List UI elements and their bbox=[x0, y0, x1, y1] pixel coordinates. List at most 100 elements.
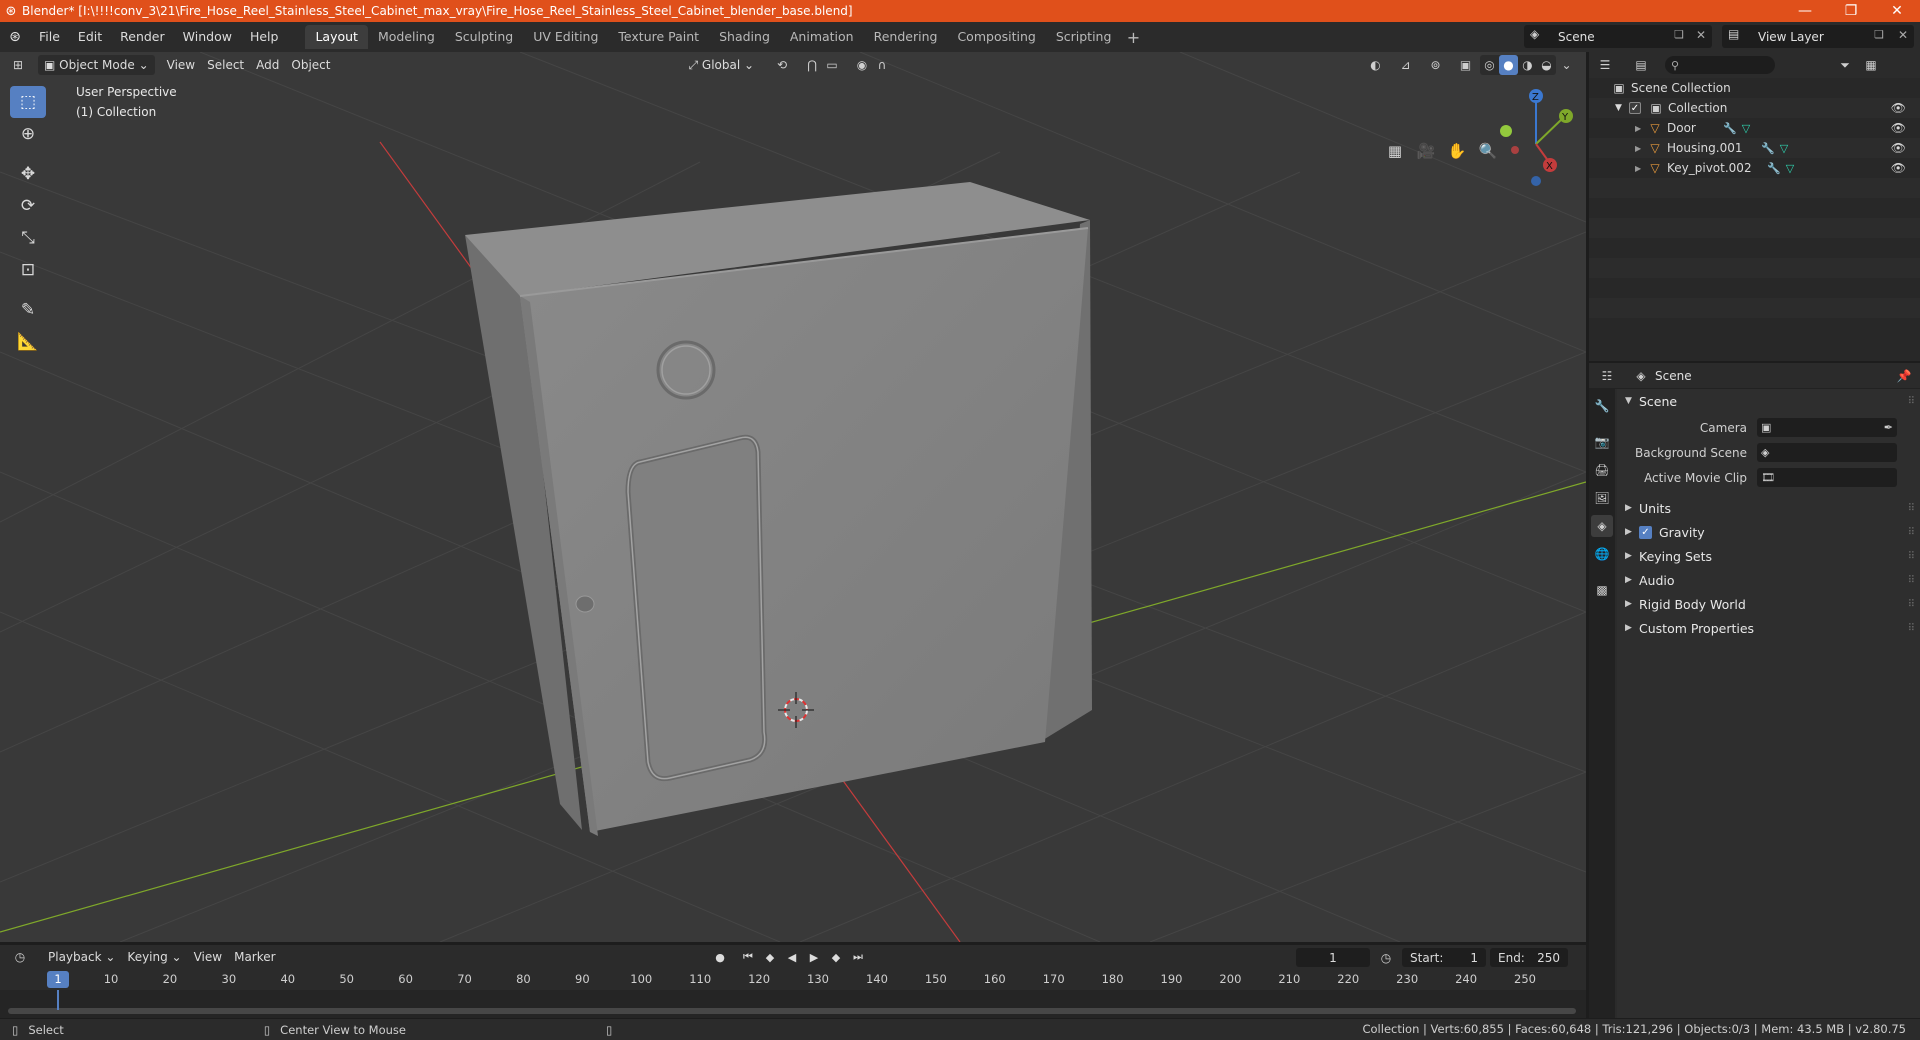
view-layer-selector[interactable]: ▤ View Layer ❏ ✕ bbox=[1722, 25, 1914, 48]
audio-panel-header[interactable]: ▶ Audio ⠿ bbox=[1617, 568, 1920, 592]
select-box-tool-icon[interactable]: ⬚ bbox=[10, 86, 46, 118]
marker-menu[interactable]: Marker bbox=[228, 947, 281, 967]
camera-view-icon[interactable]: 🎥 bbox=[1411, 136, 1441, 166]
timeline-view-menu[interactable]: View bbox=[188, 947, 228, 967]
start-frame-field[interactable]: Start: 1 bbox=[1402, 948, 1486, 967]
scene-panel-header[interactable]: ▼ Scene ⠿ bbox=[1617, 389, 1920, 413]
drag-grip-icon[interactable]: ⠿ bbox=[1908, 396, 1915, 407]
gizmo-toggle-icon[interactable]: ⊿ bbox=[1396, 55, 1415, 75]
tab-animation[interactable]: Animation bbox=[780, 25, 864, 49]
pan-view-icon[interactable]: ✋ bbox=[1442, 136, 1472, 166]
active-movie-clip-field[interactable]: 🎞 bbox=[1757, 468, 1897, 487]
tab-rendering[interactable]: Rendering bbox=[864, 25, 948, 49]
jump-keyframe-forward-icon[interactable]: ◆ bbox=[826, 948, 846, 966]
outliner-object-door[interactable]: ▶ ▽ Door 🔧 ▽ 👁 bbox=[1589, 118, 1920, 138]
collection-checkbox[interactable]: ✓ bbox=[1629, 102, 1641, 114]
gizmo-neg-z-icon[interactable] bbox=[1531, 176, 1541, 186]
gravity-checkbox[interactable]: ✓ bbox=[1639, 525, 1652, 539]
xray-icon[interactable]: ▣ bbox=[1456, 55, 1475, 75]
rotate-tool-icon[interactable]: ⟳ bbox=[10, 190, 46, 222]
proportional-edit-icon[interactable]: ◉ bbox=[852, 55, 872, 75]
close-button[interactable]: ✕ bbox=[1874, 0, 1920, 22]
minimize-button[interactable]: — bbox=[1782, 0, 1828, 22]
gizmo-neg-x-icon[interactable] bbox=[1511, 146, 1519, 154]
outliner-object-key-pivot[interactable]: ▶ ▽ Key_pivot.002 🔧 ▽ 👁 bbox=[1589, 158, 1920, 178]
new-scene-icon[interactable]: ❏ bbox=[1674, 28, 1684, 41]
delete-scene-icon[interactable]: ✕ bbox=[1696, 28, 1706, 42]
tab-texture-paint[interactable]: Texture Paint bbox=[608, 25, 709, 49]
expand-arrow-icon[interactable]: ▶ bbox=[1635, 144, 1647, 153]
outliner-search-input[interactable]: ⚲ bbox=[1665, 56, 1775, 74]
jump-end-icon[interactable]: ⏭ bbox=[848, 948, 868, 966]
toggle-ortho-icon[interactable]: ▦ bbox=[1380, 136, 1410, 166]
shading-options-icon[interactable]: ⌄ bbox=[1557, 55, 1576, 75]
drag-grip-icon[interactable]: ⠿ bbox=[1908, 599, 1915, 610]
blender-menu-icon[interactable]: ⊛ bbox=[0, 22, 30, 52]
transform-tool-icon[interactable]: ⊡ bbox=[10, 254, 46, 286]
visibility-eye-icon[interactable]: 👁 bbox=[1891, 101, 1906, 115]
play-reverse-icon[interactable]: ◀ bbox=[782, 948, 802, 966]
background-scene-field[interactable]: ◈ bbox=[1757, 443, 1897, 462]
material-shading-icon[interactable]: ◑ bbox=[1518, 55, 1537, 75]
pin-icon[interactable]: 📌 bbox=[1894, 366, 1914, 386]
jump-start-icon[interactable]: ⏮ bbox=[738, 948, 758, 966]
snap-icon[interactable]: ⋂ bbox=[802, 55, 822, 75]
tab-sculpting[interactable]: Sculpting bbox=[445, 25, 523, 49]
keying-menu[interactable]: Keying ⌄ bbox=[121, 947, 187, 967]
record-button-icon[interactable]: ● bbox=[710, 948, 730, 966]
current-frame-marker[interactable]: 1 bbox=[47, 971, 69, 988]
modifier-wrench-icon[interactable]: 🔧 bbox=[1723, 122, 1737, 135]
tab-shading[interactable]: Shading bbox=[709, 25, 780, 49]
outliner-collection[interactable]: ▼ ✓ ▣ Collection 👁 bbox=[1589, 98, 1920, 118]
display-mode-icon[interactable]: ▤ bbox=[1631, 55, 1651, 75]
delete-view-layer-icon[interactable]: ✕ bbox=[1898, 28, 1908, 42]
custom-properties-panel-header[interactable]: ▶ Custom Properties ⠿ bbox=[1617, 616, 1920, 640]
outliner-scene-collection[interactable]: ▣ Scene Collection bbox=[1589, 78, 1920, 98]
drag-grip-icon[interactable]: ⠿ bbox=[1908, 551, 1915, 562]
overlays-icon[interactable]: ⊚ bbox=[1426, 55, 1445, 75]
measure-tool-icon[interactable]: 📐 bbox=[10, 326, 46, 358]
zoom-view-icon[interactable]: 🔍 bbox=[1473, 136, 1503, 166]
keying-sets-panel-header[interactable]: ▶ Keying Sets ⠿ bbox=[1617, 544, 1920, 568]
playhead-line[interactable] bbox=[57, 990, 59, 1010]
timeline-editor-type-icon[interactable]: ◷ bbox=[10, 947, 30, 967]
outliner-object-housing[interactable]: ▶ ▽ Housing.001 🔧 ▽ 👁 bbox=[1589, 138, 1920, 158]
modifier-wrench-icon[interactable]: 🔧 bbox=[1761, 142, 1775, 155]
filter-icon[interactable]: ⏷ bbox=[1835, 55, 1855, 75]
transform-orientation[interactable]: ⤢ Global ⌄ bbox=[682, 55, 760, 75]
collapse-arrow-icon[interactable]: ▼ bbox=[1615, 103, 1629, 113]
scale-tool-icon[interactable]: ⤡ bbox=[10, 222, 46, 254]
expand-arrow-icon[interactable]: ▶ bbox=[1635, 124, 1647, 133]
mesh-data-icon[interactable]: ▽ bbox=[1786, 162, 1794, 175]
playback-menu[interactable]: Playback ⌄ bbox=[42, 947, 121, 967]
units-panel-header[interactable]: ▶ Units ⠿ bbox=[1617, 496, 1920, 520]
scene-selector[interactable]: ◈ Scene ❏ ✕ bbox=[1524, 25, 1712, 48]
timeline-body[interactable] bbox=[0, 990, 1586, 1018]
visibility-eye-icon[interactable]: 👁 bbox=[1891, 141, 1906, 155]
drag-grip-icon[interactable]: ⠿ bbox=[1908, 527, 1915, 538]
viewport-menu-select[interactable]: Select bbox=[201, 55, 250, 75]
drag-grip-icon[interactable]: ⠿ bbox=[1908, 623, 1915, 634]
drag-grip-icon[interactable]: ⠿ bbox=[1908, 575, 1915, 586]
mode-selector[interactable]: ▣ Object Mode ⌄ bbox=[38, 55, 155, 75]
viewport-menu-add[interactable]: Add bbox=[250, 55, 285, 75]
drag-grip-icon[interactable]: ⠿ bbox=[1908, 503, 1915, 514]
outliner-editor-type-icon[interactable]: ☰ bbox=[1595, 55, 1615, 75]
gravity-panel-header[interactable]: ▶ ✓ Gravity ⠿ bbox=[1617, 520, 1920, 544]
menu-edit[interactable]: Edit bbox=[69, 25, 111, 49]
navigation-gizmo[interactable]: Z Y X bbox=[1500, 89, 1573, 186]
tab-scripting[interactable]: Scripting bbox=[1046, 25, 1122, 49]
modifier-wrench-icon[interactable]: 🔧 bbox=[1767, 162, 1781, 175]
annotate-tool-icon[interactable]: ✎ bbox=[10, 294, 46, 326]
view-layer-tab-icon[interactable]: 🖼 bbox=[1591, 487, 1613, 509]
timeline-ruler[interactable]: 1 10 20 30 40 50 60 70 80 90 100 110 120 130 140 150 160… bbox=[0, 970, 1586, 990]
menu-file[interactable]: File bbox=[30, 25, 69, 49]
selectability-icon[interactable]: ◐ bbox=[1366, 55, 1385, 75]
viewport-menu-object[interactable]: Object bbox=[285, 55, 336, 75]
texture-tab-icon[interactable]: ▩ bbox=[1591, 579, 1613, 601]
move-tool-icon[interactable]: ✥ bbox=[10, 158, 46, 190]
add-workspace-icon[interactable]: + bbox=[1121, 28, 1145, 47]
snap-target-icon[interactable]: ▭ bbox=[822, 55, 842, 75]
tab-modeling[interactable]: Modeling bbox=[368, 25, 445, 49]
timeline-scrollbar[interactable] bbox=[8, 1008, 1576, 1014]
